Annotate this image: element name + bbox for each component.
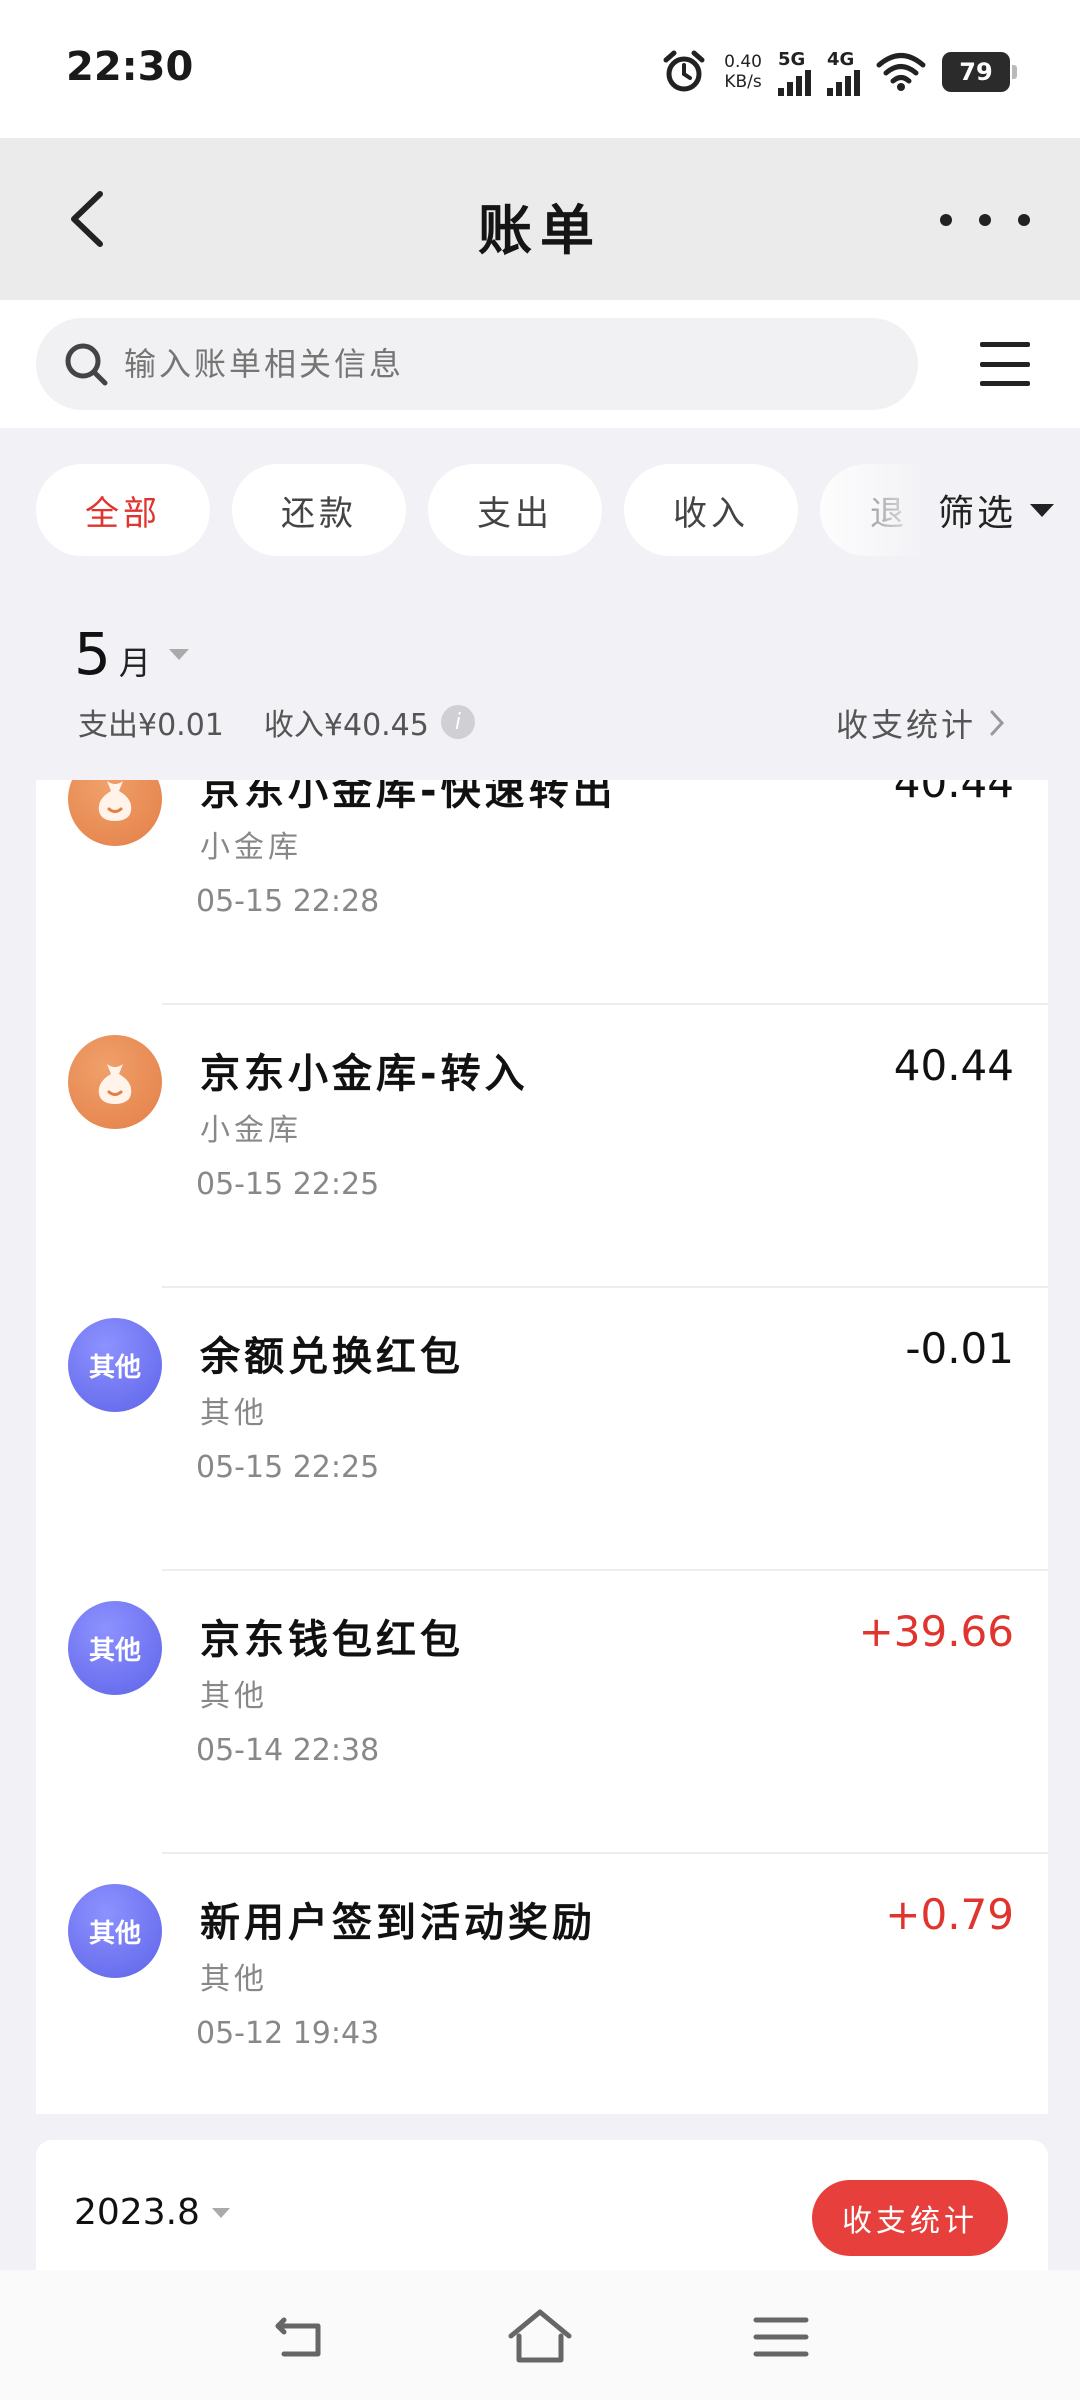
chip-repayment[interactable]: 还款 [232, 464, 406, 556]
other-category-icon: 其他 [68, 1601, 162, 1695]
transaction-list: 京东小金库-快速转出 小金库 05-15 22:28 40.44 京东小金库-转… [36, 780, 1048, 2114]
expense-summary: 支出¥0.01 [78, 708, 224, 743]
signal-icon [778, 69, 811, 96]
more-dots-icon [940, 214, 952, 226]
recents-nav-icon[interactable] [746, 2302, 816, 2372]
chevron-right-icon [990, 710, 1005, 736]
signal-4g-label: 4G [827, 48, 855, 70]
month-header: 5 月 支出¥0.01 收入¥40.45 i 收支统计 [0, 590, 1080, 780]
transaction-amount: +0.79 [885, 1890, 1014, 1939]
transaction-category: 其他 [200, 1962, 268, 1997]
signal-icon [827, 69, 860, 96]
other-category-icon: 其他 [68, 1884, 162, 1978]
other-category-icon: 其他 [68, 1318, 162, 1412]
search-icon [65, 343, 108, 386]
next-month-selector[interactable]: 2023.8 [74, 2192, 230, 2233]
transaction-title: 京东小金库-转入 [200, 1051, 529, 1097]
net-speed-unit: KB/s [724, 72, 762, 92]
alarm-icon [663, 50, 705, 92]
filter-chips: 全部 还款 支出 收入 退 筛选 [0, 428, 1080, 590]
transaction-card: 京东小金库-快速转出 小金库 05-15 22:28 40.44 京东小金库-转… [36, 780, 1048, 2114]
stats-button[interactable]: 收支统计 [812, 2180, 1008, 2256]
transaction-title: 新用户签到活动奖励 [200, 1900, 596, 1946]
search-bar [0, 300, 1080, 428]
page-title: 账单 [478, 199, 602, 262]
back-nav-icon[interactable] [266, 2302, 336, 2372]
transaction-category: 其他 [200, 1396, 268, 1431]
transaction-row[interactable]: 其他 新用户签到活动奖励 其他 05-12 19:43 +0.79 [36, 1854, 1048, 2114]
search-input[interactable] [124, 345, 884, 383]
money-bag-icon [68, 1035, 162, 1129]
caret-down-icon [168, 649, 189, 660]
transaction-time: 05-15 22:25 [196, 1450, 380, 1485]
search-box[interactable] [36, 318, 918, 410]
caret-down-icon [211, 2207, 230, 2218]
chip-all[interactable]: 全部 [36, 464, 210, 556]
transaction-title: 京东小金库-快速转出 [200, 780, 617, 814]
filter-button[interactable]: 筛选 [927, 464, 1054, 556]
transaction-row[interactable]: 京东小金库-快速转出 小金库 05-15 22:28 40.44 [36, 780, 1048, 1005]
title-bar: 账单 [0, 138, 1080, 300]
transaction-row[interactable]: 其他 余额兑换红包 其他 05-15 22:25 -0.01 [36, 1288, 1048, 1571]
status-time: 22:30 [66, 44, 194, 90]
info-icon[interactable]: i [440, 705, 475, 739]
chip-income[interactable]: 收入 [624, 464, 798, 556]
status-icons: 0.40 KB/s 5G 4G 79 [660, 46, 1017, 98]
money-bag-icon [68, 780, 162, 846]
chip-expense[interactable]: 支出 [428, 464, 602, 556]
next-month-card: 2023.8 收支统计 [36, 2140, 1048, 2270]
transaction-category: 小金库 [200, 830, 302, 865]
month-selector[interactable]: 5 月 [74, 620, 189, 688]
transaction-time: 05-14 22:38 [196, 1733, 380, 1768]
transaction-amount: -0.01 [905, 1324, 1014, 1373]
status-bar: 22:30 0.40 KB/s 5G 4G 79 [0, 0, 1080, 138]
signal-5g: 5G [778, 49, 811, 96]
system-nav-bar [0, 2270, 1080, 2400]
transaction-time: 05-15 22:25 [196, 1167, 380, 1202]
month-unit: 月 [118, 644, 151, 682]
transaction-time: 05-15 22:28 [196, 884, 380, 919]
battery-icon: 79 [942, 52, 1017, 92]
more-button[interactable] [940, 200, 1030, 240]
transaction-amount: 40.44 [893, 1041, 1014, 1090]
net-speed-value: 0.40 [724, 52, 762, 72]
transaction-title: 京东钱包红包 [200, 1617, 464, 1663]
home-nav-icon[interactable] [505, 2302, 575, 2372]
transaction-row[interactable]: 其他 京东钱包红包 其他 05-14 22:38 +39.66 [36, 1571, 1048, 1854]
net-speed: 0.40 KB/s [724, 52, 762, 92]
hamburger-menu-icon[interactable] [980, 342, 1030, 386]
transaction-amount: 40.44 [893, 780, 1014, 807]
signal-4g: 4G [827, 49, 860, 96]
stats-link[interactable]: 收支统计 [836, 700, 1006, 746]
stats-link-label: 收支统计 [835, 706, 976, 744]
transaction-row[interactable]: 京东小金库-转入 小金库 05-15 22:25 40.44 [36, 1005, 1048, 1288]
transaction-category: 小金库 [200, 1113, 302, 1148]
wifi-icon [876, 53, 926, 91]
battery-level: 79 [959, 58, 993, 86]
month-summary: 支出¥0.01 收入¥40.45 i [78, 700, 475, 744]
transaction-amount: +39.66 [858, 1607, 1014, 1656]
filter-label: 筛选 [937, 493, 1016, 534]
transaction-category: 其他 [200, 1679, 268, 1714]
income-summary: 收入¥40.45 [263, 708, 429, 743]
signal-5g-label: 5G [778, 48, 806, 70]
month-number: 5 [74, 620, 111, 688]
transaction-title: 余额兑换红包 [200, 1334, 464, 1380]
transaction-time: 05-12 19:43 [196, 2016, 380, 2051]
caret-down-icon [1030, 503, 1054, 517]
next-month-label: 2023.8 [74, 2192, 200, 2233]
